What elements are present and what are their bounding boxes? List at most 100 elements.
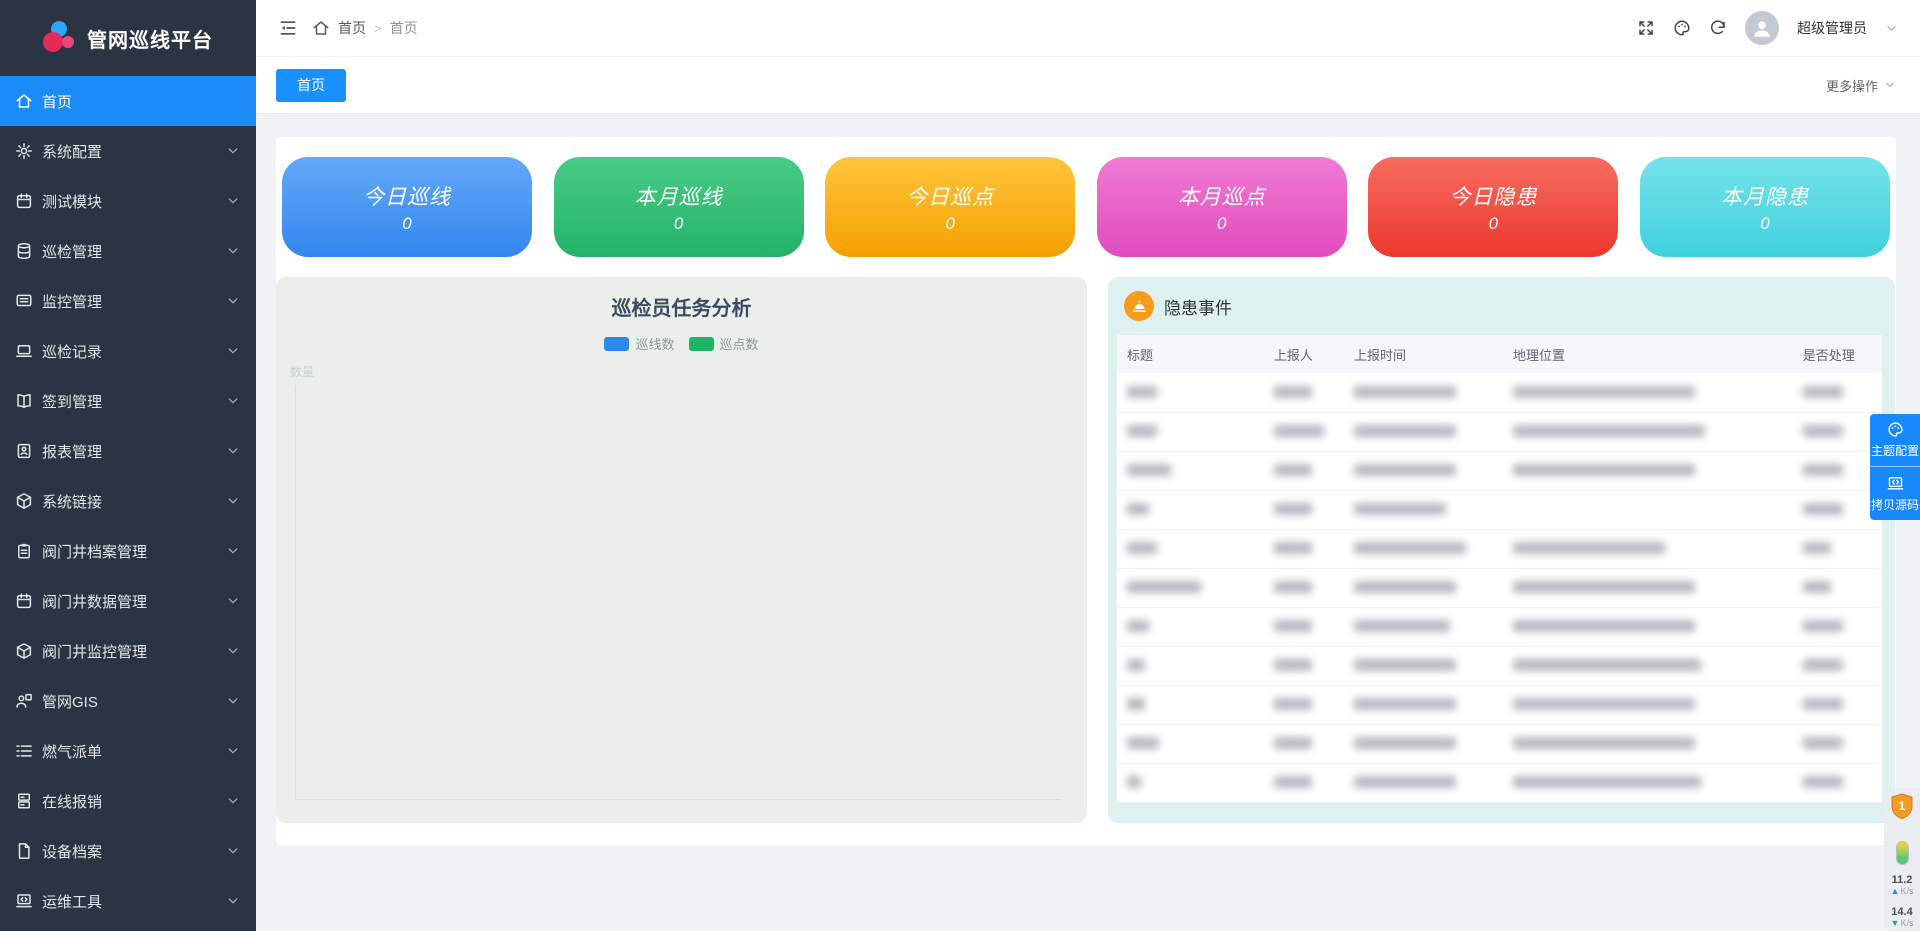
user-name[interactable]: 超级管理员 bbox=[1797, 18, 1867, 38]
float-button-主题配置[interactable]: 主题配置 bbox=[1870, 414, 1920, 467]
sidebar-item-签到管理[interactable]: 签到管理 bbox=[0, 376, 256, 426]
chevron-down-icon bbox=[226, 694, 240, 708]
table-row[interactable] bbox=[1117, 763, 1882, 802]
sidebar-item-系统链接[interactable]: 系统链接 bbox=[0, 476, 256, 526]
stat-card-本月隐患[interactable]: 本月隐患0 bbox=[1640, 157, 1890, 257]
chevron-down-icon bbox=[226, 144, 240, 158]
calendar-icon bbox=[15, 192, 33, 210]
stat-card-label: 今日隐患 bbox=[1449, 181, 1537, 211]
palette-icon[interactable] bbox=[1673, 19, 1691, 37]
stat-card-本月巡点[interactable]: 本月巡点0 bbox=[1097, 157, 1347, 257]
sidebar-item-系统配置[interactable]: 系统配置 bbox=[0, 126, 256, 176]
table-cell-redacted bbox=[1344, 646, 1503, 685]
chevron-down-icon[interactable] bbox=[1885, 22, 1898, 35]
fullscreen-icon[interactable] bbox=[1637, 19, 1655, 37]
app-title: 管网巡线平台 bbox=[87, 24, 213, 53]
table-cell-redacted bbox=[1264, 490, 1344, 529]
table-cell-redacted bbox=[1117, 490, 1264, 529]
table-cell-redacted bbox=[1793, 490, 1882, 529]
hazard-events-table: 标题上报人上报时间地理位置是否处理 bbox=[1117, 335, 1882, 803]
sidebar-item-label: 测试模块 bbox=[42, 191, 226, 212]
table-row[interactable] bbox=[1117, 568, 1882, 607]
copy-code-icon bbox=[1887, 475, 1904, 492]
palette-icon bbox=[1887, 421, 1904, 438]
stat-card-今日巡点[interactable]: 今日巡点0 bbox=[825, 157, 1075, 257]
table-cell-redacted bbox=[1793, 685, 1882, 724]
cube-icon bbox=[15, 492, 33, 510]
table-row[interactable] bbox=[1117, 490, 1882, 529]
sidebar: 管网巡线平台 首页系统配置测试模块巡检管理监控管理巡检记录签到管理报表管理系统链… bbox=[0, 0, 256, 931]
stat-card-今日隐患[interactable]: 今日隐患0 bbox=[1368, 157, 1618, 257]
legend-item-巡点数[interactable]: 巡点数 bbox=[689, 334, 759, 353]
table-cell-redacted bbox=[1503, 373, 1793, 412]
legend-item-巡线数[interactable]: 巡线数 bbox=[604, 334, 674, 353]
table-cell-redacted bbox=[1344, 724, 1503, 763]
table-row[interactable] bbox=[1117, 724, 1882, 763]
stat-card-value: 0 bbox=[1217, 214, 1226, 234]
alarm-icon bbox=[1124, 291, 1154, 321]
stat-card-本月巡线[interactable]: 本月巡线0 bbox=[554, 157, 804, 257]
chevron-down-icon bbox=[226, 794, 240, 808]
table-cell-redacted bbox=[1264, 412, 1344, 451]
sidebar-item-管网GIS[interactable]: 管网GIS bbox=[0, 676, 256, 726]
menu-fold-icon[interactable] bbox=[278, 18, 298, 38]
column-header-标题: 标题 bbox=[1117, 335, 1264, 373]
breadcrumb-home[interactable]: 首页 bbox=[338, 18, 366, 38]
sidebar-item-阀门井监控管理[interactable]: 阀门井监控管理 bbox=[0, 626, 256, 676]
table-cell-redacted bbox=[1793, 373, 1882, 412]
table-cell-redacted bbox=[1503, 685, 1793, 724]
clipboard-icon bbox=[15, 542, 33, 560]
sidebar-item-阀门井档案管理[interactable]: 阀门井档案管理 bbox=[0, 526, 256, 576]
shield-icon[interactable]: 1 bbox=[1890, 793, 1914, 819]
chevron-down-icon bbox=[226, 894, 240, 908]
chevron-down-icon bbox=[226, 594, 240, 608]
laptop-code-icon bbox=[15, 892, 33, 910]
sidebar-item-label: 在线报销 bbox=[42, 791, 226, 812]
table-cell-redacted bbox=[1503, 490, 1793, 529]
table-cell-redacted bbox=[1264, 763, 1344, 802]
gear-icon bbox=[15, 142, 33, 160]
sidebar-item-燃气派单[interactable]: 燃气派单 bbox=[0, 726, 256, 776]
chevron-down-icon bbox=[226, 244, 240, 258]
table-row[interactable] bbox=[1117, 529, 1882, 568]
table-row[interactable] bbox=[1117, 412, 1882, 451]
table-row[interactable] bbox=[1117, 451, 1882, 490]
sidebar-item-报表管理[interactable]: 报表管理 bbox=[0, 426, 256, 476]
table-row[interactable] bbox=[1117, 607, 1882, 646]
table-cell-redacted bbox=[1264, 685, 1344, 724]
table-row[interactable] bbox=[1117, 685, 1882, 724]
chevron-down-icon bbox=[226, 644, 240, 658]
table-cell-redacted bbox=[1117, 724, 1264, 763]
home-icon[interactable] bbox=[312, 19, 330, 37]
table-cell-redacted bbox=[1344, 490, 1503, 529]
sidebar-item-设备档案[interactable]: 设备档案 bbox=[0, 826, 256, 876]
more-operations-button[interactable]: 更多操作 bbox=[1826, 76, 1896, 95]
table-cell-redacted bbox=[1344, 763, 1503, 802]
float-button-拷贝源码[interactable]: 拷贝源码 bbox=[1870, 467, 1920, 520]
sidebar-item-在线报销[interactable]: 在线报销 bbox=[0, 776, 256, 826]
sidebar-item-label: 运维工具 bbox=[42, 891, 226, 912]
table-cell-redacted bbox=[1793, 412, 1882, 451]
table-cell-redacted bbox=[1264, 568, 1344, 607]
sidebar-item-运维工具[interactable]: 运维工具 bbox=[0, 876, 256, 926]
table-row[interactable] bbox=[1117, 646, 1882, 685]
sidebar-item-label: 巡检管理 bbox=[42, 241, 226, 262]
capsule-icon[interactable] bbox=[1896, 841, 1909, 865]
tab-home[interactable]: 首页 bbox=[276, 69, 346, 102]
sidebar-item-巡检记录[interactable]: 巡检记录 bbox=[0, 326, 256, 376]
table-row[interactable] bbox=[1117, 373, 1882, 412]
refresh-icon[interactable] bbox=[1709, 19, 1727, 37]
avatar[interactable] bbox=[1745, 11, 1779, 45]
sidebar-item-巡检管理[interactable]: 巡检管理 bbox=[0, 226, 256, 276]
stat-card-今日巡线[interactable]: 今日巡线0 bbox=[282, 157, 532, 257]
table-cell-redacted bbox=[1503, 568, 1793, 607]
more-operations-label: 更多操作 bbox=[1826, 76, 1878, 95]
floating-buttons: 主题配置拷贝源码 bbox=[1870, 414, 1920, 520]
stat-card-label: 本月巡线 bbox=[635, 181, 723, 211]
sidebar-item-阀门井数据管理[interactable]: 阀门井数据管理 bbox=[0, 576, 256, 626]
sidebar-item-监控管理[interactable]: 监控管理 bbox=[0, 276, 256, 326]
sidebar-item-首页[interactable]: 首页 bbox=[0, 76, 256, 126]
sidebar-item-测试模块[interactable]: 测试模块 bbox=[0, 176, 256, 226]
top-header: 首页 > 首页 超级管理员 bbox=[256, 0, 1920, 57]
table-cell-redacted bbox=[1503, 724, 1793, 763]
